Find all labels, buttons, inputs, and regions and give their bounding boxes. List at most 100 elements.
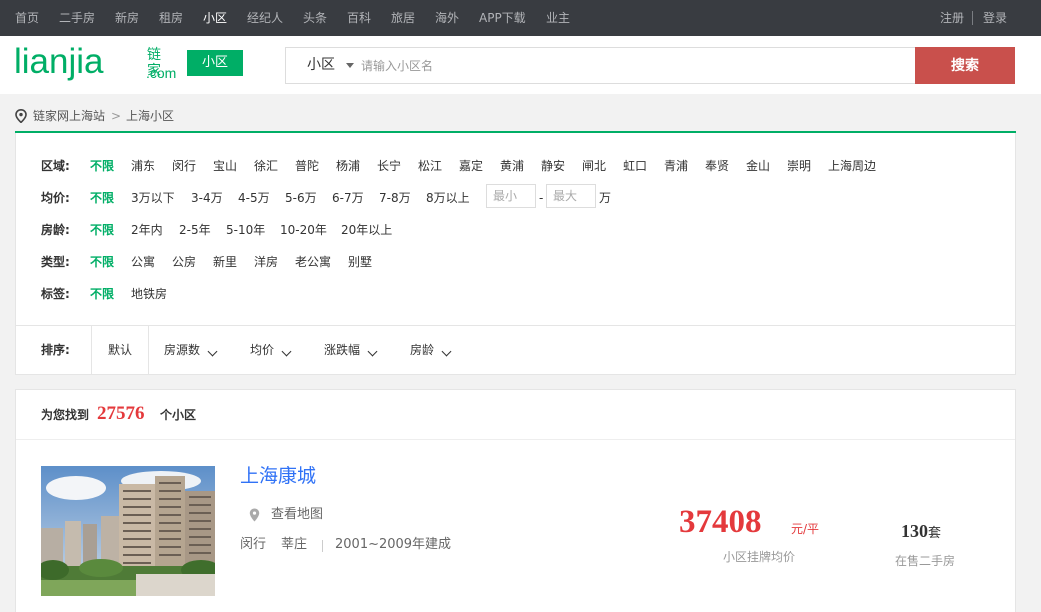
district-option[interactable]: 浦东 [131, 156, 155, 176]
caret-down-icon[interactable] [346, 63, 354, 68]
district-option[interactable]: 闸北 [582, 156, 606, 176]
results-count: 27576 [97, 403, 145, 424]
age-option[interactable]: 2-5年 [179, 220, 211, 240]
on-sale-description: 在售二手房 [895, 554, 956, 568]
topnav-agents[interactable]: 经纪人 [247, 0, 283, 36]
community-title-link[interactable]: 上海康城 [240, 462, 316, 490]
meta-area[interactable]: 莘庄 [281, 536, 307, 554]
age-option[interactable]: 20年以上 [341, 220, 392, 240]
district-option[interactable]: 嘉定 [459, 156, 483, 176]
tag-option[interactable]: 不限 [90, 284, 114, 304]
filter-row-district: 区域: 不限 浦东 闵行 宝山 徐汇 普陀 杨浦 长宁 松江 嘉定 黄浦 静安 … [16, 156, 1016, 176]
topnav-owner[interactable]: 业主 [546, 0, 570, 36]
sort-divider [91, 326, 92, 374]
filter-label-tag: 标签: [41, 287, 70, 301]
district-option[interactable]: 普陀 [295, 156, 319, 176]
district-option[interactable]: 崇明 [787, 156, 811, 176]
price-option[interactable]: 5-6万 [285, 188, 317, 208]
price-unit: 元/平 [791, 522, 820, 536]
sort-by-listings[interactable]: 房源数 [164, 326, 200, 374]
age-option[interactable]: 10-20年 [280, 220, 327, 240]
price-option[interactable]: 8万以上 [426, 188, 470, 208]
view-map-label: 查看地图 [271, 507, 324, 522]
results-panel: 为您找到 27576 个小区 上海康城 查看地图 闵行 莘庄 2001~2009… [15, 389, 1016, 612]
age-option[interactable]: 5-10年 [226, 220, 265, 240]
search-input[interactable] [361, 54, 901, 78]
tag-option[interactable]: 地铁房 [131, 284, 167, 304]
type-option[interactable]: 公房 [172, 252, 196, 272]
price-option[interactable]: 3-4万 [191, 188, 223, 208]
type-option[interactable]: 老公寓 [295, 252, 331, 272]
breadcrumb-separator: > [111, 109, 122, 123]
price-description: 小区挂牌均价 [723, 550, 796, 564]
register-link[interactable]: 注册 [940, 0, 964, 36]
type-option[interactable]: 别墅 [348, 252, 372, 272]
district-option[interactable]: 静安 [541, 156, 565, 176]
chevron-down-icon[interactable] [441, 346, 452, 357]
district-option[interactable]: 杨浦 [336, 156, 360, 176]
district-option[interactable]: 上海周边 [828, 156, 876, 176]
on-sale-count-link[interactable]: 130套 [901, 520, 941, 545]
topnav-divider [972, 11, 973, 25]
min-price-input[interactable] [486, 184, 536, 208]
search-type-select[interactable]: 小区 [307, 48, 335, 83]
district-option[interactable]: 奉贤 [705, 156, 729, 176]
district-option[interactable]: 金山 [746, 156, 770, 176]
district-option[interactable]: 青浦 [664, 156, 688, 176]
map-pin-icon [249, 508, 260, 522]
search-button[interactable]: 搜索 [915, 47, 1015, 84]
topnav-new-homes[interactable]: 新房 [115, 0, 139, 36]
price-option[interactable]: 3万以下 [131, 188, 175, 208]
chevron-down-icon[interactable] [367, 346, 378, 357]
district-option[interactable]: 宝山 [213, 156, 237, 176]
age-option[interactable]: 不限 [90, 220, 114, 240]
price-option[interactable]: 4-5万 [238, 188, 270, 208]
location-pin-icon [15, 109, 27, 123]
chevron-down-icon[interactable] [207, 346, 218, 357]
topnav-wiki[interactable]: 百科 [347, 0, 371, 36]
type-option[interactable]: 公寓 [131, 252, 155, 272]
type-option[interactable]: 新里 [213, 252, 237, 272]
community-photo[interactable] [41, 466, 215, 596]
district-option[interactable]: 徐汇 [254, 156, 278, 176]
topnav-headlines[interactable]: 头条 [303, 0, 327, 36]
max-price-input[interactable] [546, 184, 596, 208]
results-suffix: 个小区 [160, 408, 197, 422]
district-option[interactable]: 松江 [418, 156, 442, 176]
sort-default[interactable]: 默认 [108, 326, 132, 374]
topnav-second-hand[interactable]: 二手房 [59, 0, 95, 36]
age-option[interactable]: 2年内 [131, 220, 163, 240]
filter-row-tag: 标签: 不限 地铁房 [16, 284, 1016, 304]
filter-row-age: 房龄: 不限 2年内 2-5年 5-10年 10-20年 20年以上 [16, 220, 1016, 240]
topnav-rent[interactable]: 租房 [159, 0, 183, 36]
breadcrumb-shanghai-site[interactable]: 链家网上海站 [33, 107, 105, 125]
results-prefix: 为您找到 [41, 408, 90, 422]
filter-label-district: 区域: [41, 159, 70, 173]
logo-domain: .com [146, 65, 177, 81]
topnav-community[interactable]: 小区 [203, 0, 227, 36]
district-option[interactable]: 不限 [90, 156, 114, 176]
sort-by-age[interactable]: 房龄 [410, 326, 434, 374]
price-option[interactable]: 7-8万 [379, 188, 411, 208]
topnav-home[interactable]: 首页 [15, 0, 39, 36]
topnav-travel[interactable]: 旅居 [391, 0, 415, 36]
district-option[interactable]: 长宁 [377, 156, 401, 176]
login-link[interactable]: 登录 [983, 0, 1007, 36]
district-option[interactable]: 虹口 [623, 156, 647, 176]
sort-by-price[interactable]: 均价 [250, 326, 274, 374]
breadcrumb-shanghai-community[interactable]: 上海小区 [126, 107, 174, 125]
topnav-overseas[interactable]: 海外 [435, 0, 459, 36]
sort-by-change[interactable]: 涨跌幅 [324, 326, 360, 374]
site-header: lianjia 链家 .com 小区 小区 搜索 [0, 36, 1041, 94]
type-option[interactable]: 不限 [90, 252, 114, 272]
filter-label-type: 类型: [41, 255, 70, 269]
type-option[interactable]: 洋房 [254, 252, 278, 272]
district-option[interactable]: 黄浦 [500, 156, 524, 176]
district-option[interactable]: 闵行 [172, 156, 196, 176]
topnav-app-download[interactable]: APP下载 [479, 0, 526, 36]
price-option[interactable]: 6-7万 [332, 188, 364, 208]
price-range-dash: - [539, 191, 544, 205]
chevron-down-icon[interactable] [281, 346, 292, 357]
price-option[interactable]: 不限 [90, 188, 114, 208]
meta-district[interactable]: 闵行 [240, 536, 266, 554]
